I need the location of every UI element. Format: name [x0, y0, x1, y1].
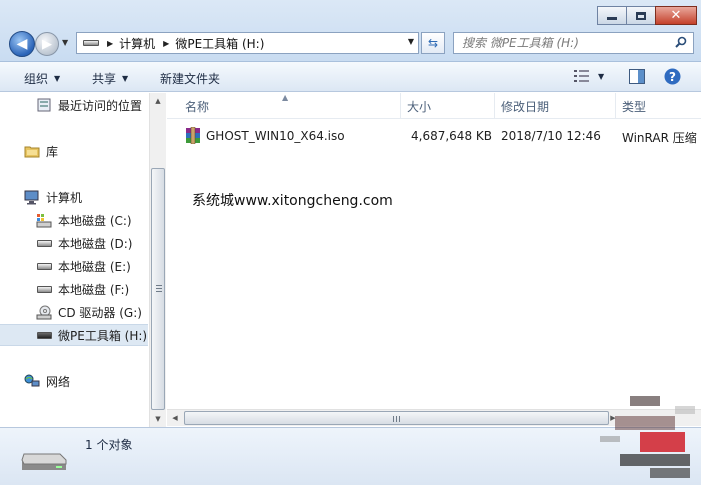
- view-dropdown-icon[interactable]: ▼: [598, 72, 604, 81]
- nav-network[interactable]: 网络: [0, 370, 148, 392]
- column-type[interactable]: 类型: [616, 93, 701, 119]
- nav-drive-f[interactable]: 本地磁盘 (F:): [0, 278, 148, 300]
- minimize-icon: [607, 17, 617, 20]
- nav-drive-g[interactable]: CD 驱动器 (G:): [0, 301, 148, 323]
- nav-label: 本地磁盘 (F:): [58, 282, 130, 297]
- column-date[interactable]: 修改日期: [495, 93, 616, 119]
- help-icon[interactable]: ?: [664, 68, 681, 85]
- navigation-pane: 最近访问的位置 库 计算机 本地磁盘 (C:) 本地磁盘 (D:) 本地磁盘 (…: [0, 93, 149, 427]
- nav-label: 库: [46, 144, 59, 159]
- breadcrumb-computer[interactable]: 计算机: [119, 35, 155, 52]
- nav-recent-places[interactable]: 最近访问的位置: [0, 94, 148, 116]
- chevron-down-icon: ▼: [122, 74, 129, 83]
- nav-computer[interactable]: 计算机: [0, 186, 148, 208]
- system-drive-icon: [36, 212, 52, 228]
- arrow-left-icon: ◀: [16, 36, 28, 52]
- address-dropdown-icon[interactable]: ▼: [408, 37, 414, 46]
- scrollbar-thumb[interactable]: [184, 411, 609, 425]
- refresh-icon: ⇆: [427, 36, 439, 50]
- winrar-archive-icon: [186, 127, 200, 144]
- chevron-down-icon: ▼: [54, 74, 61, 83]
- nav-label: 本地磁盘 (C:): [58, 213, 132, 228]
- close-button[interactable]: ✕: [655, 6, 697, 25]
- svg-text:?: ?: [669, 70, 676, 84]
- nav-drive-d[interactable]: 本地磁盘 (D:): [0, 232, 148, 254]
- column-label: 名称: [185, 99, 210, 114]
- organize-menu[interactable]: 组织 ▼: [24, 70, 60, 87]
- nav-label: 计算机: [46, 190, 83, 205]
- minimize-button[interactable]: [597, 6, 627, 25]
- window-controls: ✕: [597, 6, 697, 25]
- address-bar[interactable]: ▶ 计算机 ▶ 微PE工具箱 (H:) ▼: [76, 32, 419, 54]
- file-date: 2018/7/10 12:46: [501, 129, 601, 143]
- column-label: 类型: [622, 99, 647, 114]
- hard-drive-icon: [36, 235, 52, 251]
- library-icon: [24, 143, 40, 159]
- forward-button[interactable]: ▶: [35, 32, 59, 56]
- maximize-icon: [636, 11, 646, 20]
- search-box[interactable]: [453, 32, 694, 54]
- nav-label: 本地磁盘 (D:): [58, 236, 133, 251]
- title-address-bar: ✕ ◀ ▶ ▼ ▶ 计算机 ▶ 微PE工具箱 (H:) ▼ ⇆: [0, 0, 701, 62]
- organize-label: 组织: [24, 72, 49, 86]
- usb-drive-icon: [21, 453, 67, 470]
- column-size[interactable]: 大小: [401, 93, 495, 119]
- view-options-icon[interactable]: [574, 69, 590, 83]
- nav-drive-h[interactable]: 微PE工具箱 (H:): [0, 324, 148, 346]
- nav-label: 微PE工具箱 (H:): [58, 328, 148, 343]
- hard-drive-icon: [36, 281, 52, 297]
- scroll-left-icon[interactable]: ◀: [167, 410, 183, 426]
- chevron-right-icon[interactable]: ▶: [107, 39, 113, 48]
- preview-pane-icon[interactable]: [629, 69, 645, 84]
- nav-label: 本地磁盘 (E:): [58, 259, 131, 274]
- share-menu[interactable]: 共享 ▼: [92, 70, 128, 87]
- column-headers: ▲ 名称 大小 修改日期 类型: [167, 93, 701, 119]
- breadcrumb-drive[interactable]: 微PE工具箱 (H:): [175, 35, 264, 52]
- nav-scrollbar[interactable]: ▲ ▼: [149, 93, 166, 427]
- scroll-down-icon[interactable]: ▼: [150, 411, 166, 427]
- new-folder-label: 新建文件夹: [160, 72, 221, 86]
- maximize-button[interactable]: [626, 6, 656, 25]
- close-icon: ✕: [670, 8, 682, 23]
- command-bar: 组织 ▼ 共享 ▼ 新建文件夹 ▼ ?: [0, 62, 701, 92]
- recent-places-icon: [36, 97, 52, 113]
- chevron-right-icon[interactable]: ▶: [163, 39, 169, 48]
- hard-drive-icon: [36, 258, 52, 274]
- column-label: 修改日期: [501, 99, 550, 114]
- file-name: GHOST_WIN10_X64.iso: [206, 129, 345, 143]
- nav-label: CD 驱动器 (G:): [58, 305, 142, 320]
- refresh-button[interactable]: ⇆: [421, 32, 445, 54]
- file-row[interactable]: GHOST_WIN10_X64.iso 4,687,648 KB 2018/7/…: [167, 125, 701, 147]
- column-label: 大小: [407, 99, 432, 114]
- column-name[interactable]: 名称: [179, 93, 401, 119]
- new-folder-button[interactable]: 新建文件夹: [160, 70, 220, 87]
- computer-icon: [24, 189, 40, 205]
- search-icon[interactable]: [675, 36, 687, 48]
- image-noise-artifact: [600, 396, 695, 478]
- nav-libraries[interactable]: 库: [0, 140, 148, 162]
- file-type: WinRAR 压缩: [622, 131, 697, 145]
- share-label: 共享: [92, 72, 117, 86]
- back-button[interactable]: ◀: [9, 31, 35, 57]
- watermark-text: 系统城www.xitongcheng.com: [192, 193, 393, 209]
- nav-drive-e[interactable]: 本地磁盘 (E:): [0, 255, 148, 277]
- usb-drive-icon: [36, 327, 52, 343]
- search-input[interactable]: [462, 36, 662, 50]
- drive-icon: [83, 40, 99, 46]
- nav-label: 网络: [46, 374, 71, 389]
- nav-label: 最近访问的位置: [58, 98, 143, 113]
- recent-pages-dropdown[interactable]: ▼: [62, 38, 68, 47]
- cd-drive-icon: [36, 304, 52, 320]
- network-icon: [24, 373, 40, 389]
- file-size: 4,687,648 KB: [411, 129, 492, 143]
- scrollbar-thumb[interactable]: [151, 168, 165, 410]
- item-count: 1 个对象: [85, 438, 133, 452]
- nav-drive-c[interactable]: 本地磁盘 (C:): [0, 209, 148, 231]
- scroll-up-icon[interactable]: ▲: [150, 93, 166, 109]
- arrow-right-icon: ▶: [42, 36, 52, 52]
